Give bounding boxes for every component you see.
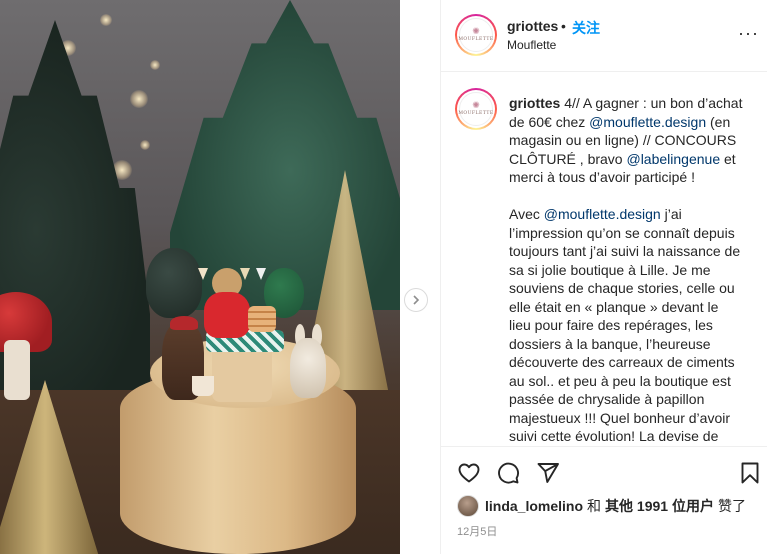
red-teapot — [204, 292, 250, 338]
liker-avatar[interactable] — [457, 495, 479, 517]
swirl-icon: ✺ — [472, 100, 480, 111]
caption-author[interactable]: griottes — [509, 95, 560, 111]
save-button[interactable] — [736, 459, 764, 487]
teacup — [192, 376, 214, 396]
post-date[interactable]: 12月5日 — [457, 523, 497, 539]
avatar[interactable]: ✺ MOUFLETTE — [455, 14, 497, 56]
share-icon — [537, 463, 559, 483]
logo-text: MOUFLETTE — [458, 36, 494, 42]
bokeh-light — [140, 140, 150, 150]
bokeh-light — [100, 14, 112, 26]
separator-dot: • — [561, 18, 566, 34]
post-header: ✺ MOUFLETTE griottes • 关注 Mouflette ··· — [441, 0, 767, 72]
like-button[interactable] — [455, 459, 483, 487]
bokeh-light — [130, 90, 148, 108]
caption-area: ✺ MOUFLETTE griottes 4// A gagner : un b… — [441, 72, 767, 446]
caption-paragraph: Avec @mouflette.design j’ai l’impression… — [509, 205, 744, 446]
mention-link[interactable]: @mouflette.design — [589, 114, 706, 130]
comment-button[interactable] — [494, 459, 522, 487]
bear-hat — [170, 316, 198, 330]
mouflette-logo: ✺ MOUFLETTE — [458, 92, 494, 126]
location-link[interactable]: Mouflette — [507, 38, 556, 52]
mention-link[interactable]: @labelingenue — [626, 151, 720, 167]
post-side-panel: ✺ MOUFLETTE griottes • 关注 Mouflette ··· … — [440, 0, 767, 554]
username-link[interactable]: griottes — [507, 18, 558, 34]
follow-button[interactable]: 关注 — [572, 18, 600, 38]
mushroom-stem — [4, 340, 30, 400]
more-icon: ··· — [738, 23, 759, 43]
post-photo — [0, 0, 400, 554]
swirl-icon: ✺ — [472, 26, 480, 37]
next-image-button[interactable] — [404, 288, 428, 312]
chevron-right-icon — [413, 295, 420, 305]
caption-paragraph: griottes 4// A gagner : un bon d’achat d… — [509, 94, 744, 187]
green-paper-tree — [170, 0, 400, 310]
bokeh-light — [150, 60, 160, 70]
liker-username[interactable]: linda_lomelino — [485, 498, 583, 514]
more-options-button[interactable]: ··· — [738, 24, 759, 42]
heart-icon — [458, 463, 480, 483]
share-button[interactable] — [534, 459, 562, 487]
likes-and: 和 — [587, 498, 602, 514]
dark-bush-figure — [146, 248, 202, 318]
comment-icon — [498, 462, 519, 484]
caption-segment: j’ai l’impression qu’on se connaît depui… — [509, 206, 741, 444]
likes-count[interactable]: 其他 1991 位用户 — [605, 496, 714, 516]
caption-text: griottes 4// A gagner : un bon d’achat d… — [509, 94, 744, 446]
action-bar: linda_lomelino 和 其他 1991 位用户 赞了 12月5日 — [441, 446, 767, 554]
likes-suffix: 赞了 — [717, 498, 746, 514]
pancake-stack — [248, 306, 276, 332]
likes-summary[interactable]: linda_lomelino 和 其他 1991 位用户 赞了 — [457, 495, 750, 517]
mouflette-logo: ✺ MOUFLETTE — [458, 18, 494, 52]
logo-text: MOUFLETTE — [458, 110, 494, 116]
caption-avatar[interactable]: ✺ MOUFLETTE — [455, 88, 497, 130]
mention-link[interactable]: @mouflette.design — [544, 206, 661, 222]
caption-segment: Avec — [509, 206, 544, 222]
bookmark-icon — [741, 462, 759, 484]
rabbit-figure — [290, 338, 326, 398]
